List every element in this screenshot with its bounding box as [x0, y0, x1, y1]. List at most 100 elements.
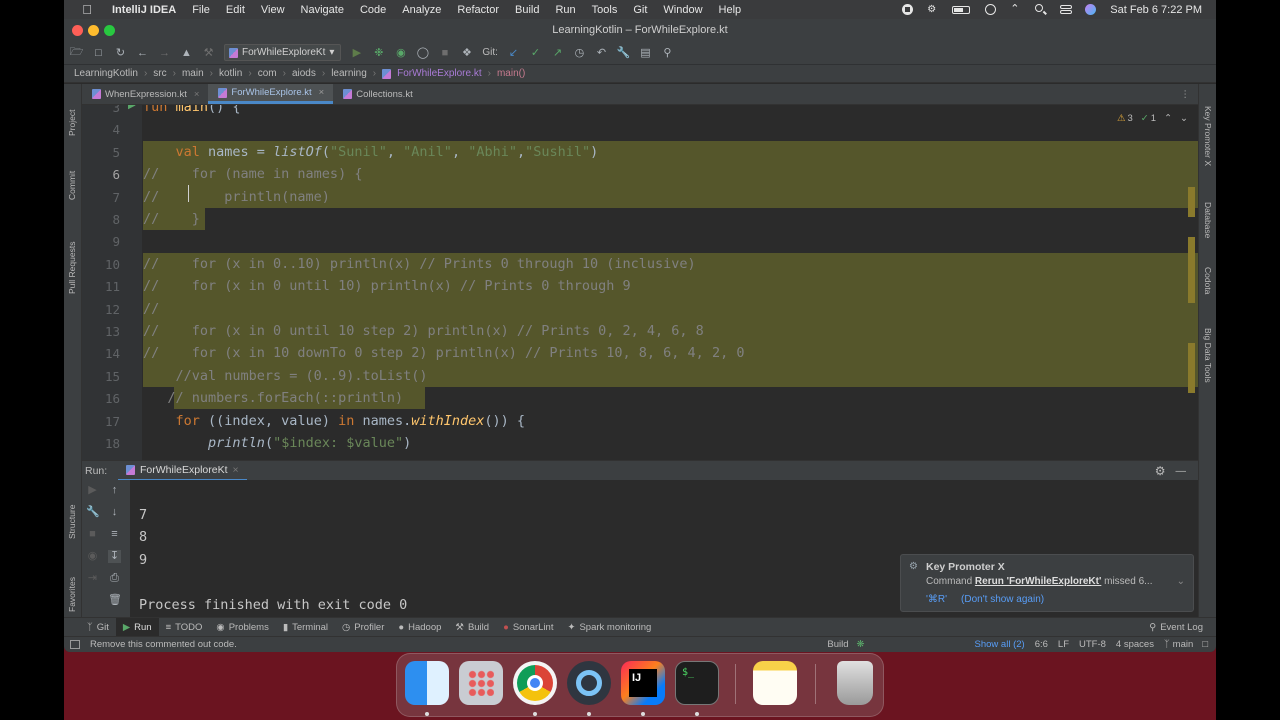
launchpad-icon[interactable]: [459, 661, 503, 705]
code-line[interactable]: // for (x in 0 until 10) println(x) // P…: [143, 275, 1182, 297]
indent-setting[interactable]: 4 spaces: [1116, 639, 1154, 650]
code-line[interactable]: // }: [143, 208, 1182, 230]
zoom-window-button[interactable]: [104, 25, 115, 36]
apple-icon[interactable]: : [76, 2, 98, 17]
tool-profiler[interactable]: ◷ Profiler: [335, 618, 391, 637]
menu-code[interactable]: Code: [360, 4, 386, 16]
save-all-icon[interactable]: □: [92, 46, 105, 59]
hammer-icon[interactable]: ⚒: [202, 46, 215, 59]
breadcrumb-kotlin[interactable]: kotlin: [219, 68, 242, 79]
open-folder-icon[interactable]: 🗁: [70, 46, 84, 59]
scroll-down-icon[interactable]: ↓: [108, 506, 121, 519]
search-everywhere-icon[interactable]: ⚲: [661, 46, 674, 59]
notification-command-link[interactable]: Rerun 'ForWhileExploreKt': [975, 576, 1101, 587]
breadcrumb-file[interactable]: ForWhileExplore.kt: [397, 68, 481, 79]
breadcrumb-learning[interactable]: learning: [331, 68, 367, 79]
code-line[interactable]: //val numbers = (0..9).toList(): [143, 365, 1182, 387]
error-stripe[interactable]: [1186, 125, 1196, 460]
tool-todo[interactable]: ≡ TODO: [159, 618, 210, 637]
code-line[interactable]: val names = listOf("Sunil", "Anil", "Abh…: [143, 141, 1182, 163]
tool-commit[interactable]: Commit: [67, 171, 77, 200]
quicktime-icon[interactable]: [567, 661, 611, 705]
git-push-icon[interactable]: ↗: [551, 46, 564, 59]
close-icon[interactable]: ×: [233, 464, 239, 476]
siri-icon[interactable]: [1085, 4, 1097, 15]
sync-icon[interactable]: ↻: [114, 46, 127, 59]
chrome-icon[interactable]: [513, 661, 557, 705]
code-line[interactable]: println("$index: $value"): [143, 432, 1182, 454]
clock-icon[interactable]: [985, 4, 997, 15]
docker-icon[interactable]: ⚙: [927, 4, 939, 15]
git-branch[interactable]: main: [1173, 639, 1194, 650]
menu-navigate[interactable]: Navigate: [301, 4, 344, 16]
scroll-to-end-icon[interactable]: ↧: [108, 550, 121, 563]
tool-pull-requests[interactable]: Pull Requests: [67, 242, 77, 294]
tool-terminal[interactable]: ▮ Terminal: [276, 618, 335, 637]
exit-icon[interactable]: ⇥: [86, 572, 99, 585]
code-line[interactable]: for ((index, value) in names.withIndex()…: [143, 410, 1182, 432]
chevron-down-icon[interactable]: ⌄: [1177, 576, 1185, 587]
code-line[interactable]: // for (x in 0..10) println(x) // Prints…: [143, 253, 1182, 275]
trash-icon[interactable]: [837, 661, 873, 705]
tool-event-log[interactable]: ⚲ Event Log: [1142, 618, 1210, 637]
breadcrumb-aiods[interactable]: aiods: [292, 68, 316, 79]
menu-tools[interactable]: Tools: [592, 4, 618, 16]
breadcrumb-project[interactable]: LearningKotlin: [74, 68, 138, 79]
minimize-window-button[interactable]: [88, 25, 99, 36]
run-tab[interactable]: ForWhileExploreKt ×: [118, 461, 247, 481]
menu-clock[interactable]: Sat Feb 6 7:22 PM: [1110, 4, 1202, 16]
git-commit-icon[interactable]: ✓: [529, 46, 542, 59]
inspection-indicators[interactable]: ⚠ 3 ✓ 1 ⌃ ⌄: [1117, 113, 1188, 124]
intellij-icon[interactable]: IJ: [621, 661, 665, 705]
tool-build[interactable]: ⚒ Build: [448, 618, 496, 637]
menu-view[interactable]: View: [261, 4, 285, 16]
history-icon[interactable]: ◷: [573, 46, 586, 59]
caret-position[interactable]: 6:6: [1035, 639, 1048, 650]
project-structure-icon[interactable]: ▤: [639, 46, 652, 59]
record-icon[interactable]: [902, 4, 914, 15]
breadcrumb-function[interactable]: main(): [497, 68, 525, 79]
tool-spark-monitoring[interactable]: ✦ Spark monitoring: [560, 618, 658, 637]
key-promoter-notification[interactable]: ⚙ Key Promoter X Command Rerun 'ForWhile…: [900, 554, 1194, 612]
rollback-icon[interactable]: ↶: [595, 46, 608, 59]
soft-wrap-icon[interactable]: ≡: [108, 528, 121, 541]
tool-hadoop[interactable]: ● Hadoop: [391, 618, 448, 637]
coverage-icon[interactable]: ◉: [394, 46, 407, 59]
tool-project[interactable]: Project: [67, 110, 77, 136]
menu-file[interactable]: File: [192, 4, 210, 16]
camera-icon[interactable]: ◉: [86, 550, 99, 563]
scroll-up-icon[interactable]: ↑: [108, 484, 121, 497]
code-line[interactable]: fun main() {: [143, 105, 1182, 118]
back-arrow-icon[interactable]: ←: [136, 46, 149, 59]
minimize-icon[interactable]: —: [1176, 465, 1187, 477]
tab-for-while-explore[interactable]: ForWhileExplore.kt ×: [208, 84, 334, 104]
stop-icon[interactable]: ■: [438, 46, 451, 59]
battery-icon[interactable]: [952, 4, 972, 15]
tool-sonarlint[interactable]: ● SonarLint: [496, 618, 560, 637]
settings-wrench-icon[interactable]: 🔧: [617, 46, 631, 59]
tool-codota[interactable]: Codota: [1203, 267, 1213, 294]
lock-icon[interactable]: □: [1202, 639, 1208, 650]
tool-problems[interactable]: ◉ Problems: [209, 618, 275, 637]
close-icon[interactable]: ×: [194, 89, 200, 100]
finder-icon[interactable]: [405, 661, 449, 705]
chevron-up-icon[interactable]: ⌃: [1164, 113, 1172, 124]
menu-git[interactable]: Git: [633, 4, 647, 16]
tool-git[interactable]: ᛉ Git: [80, 618, 116, 637]
tool-favorites[interactable]: Favorites: [67, 577, 77, 612]
wifi-icon[interactable]: ⌃: [1010, 4, 1022, 15]
control-center-icon[interactable]: [1060, 4, 1073, 15]
tab-collections[interactable]: Collections.kt: [333, 84, 422, 104]
dont-show-again-link[interactable]: (Don't show again): [961, 594, 1044, 605]
close-window-button[interactable]: [72, 25, 83, 36]
tab-list-icon[interactable]: ⋮: [1181, 89, 1191, 100]
tool-big-data-tools[interactable]: Big Data Tools: [1203, 328, 1213, 383]
attach-debugger-icon[interactable]: ❖: [460, 46, 473, 59]
search-icon[interactable]: [1035, 4, 1048, 15]
code-line[interactable]: // for (name in names) {: [143, 163, 1182, 185]
gear-icon[interactable]: ⚙: [1155, 464, 1166, 478]
menu-help[interactable]: Help: [719, 4, 742, 16]
tab-when-expression[interactable]: WhenExpression.kt ×: [82, 84, 208, 104]
run-gutter-icon[interactable]: ▶: [128, 105, 136, 111]
profile-icon[interactable]: ◯: [416, 46, 429, 59]
